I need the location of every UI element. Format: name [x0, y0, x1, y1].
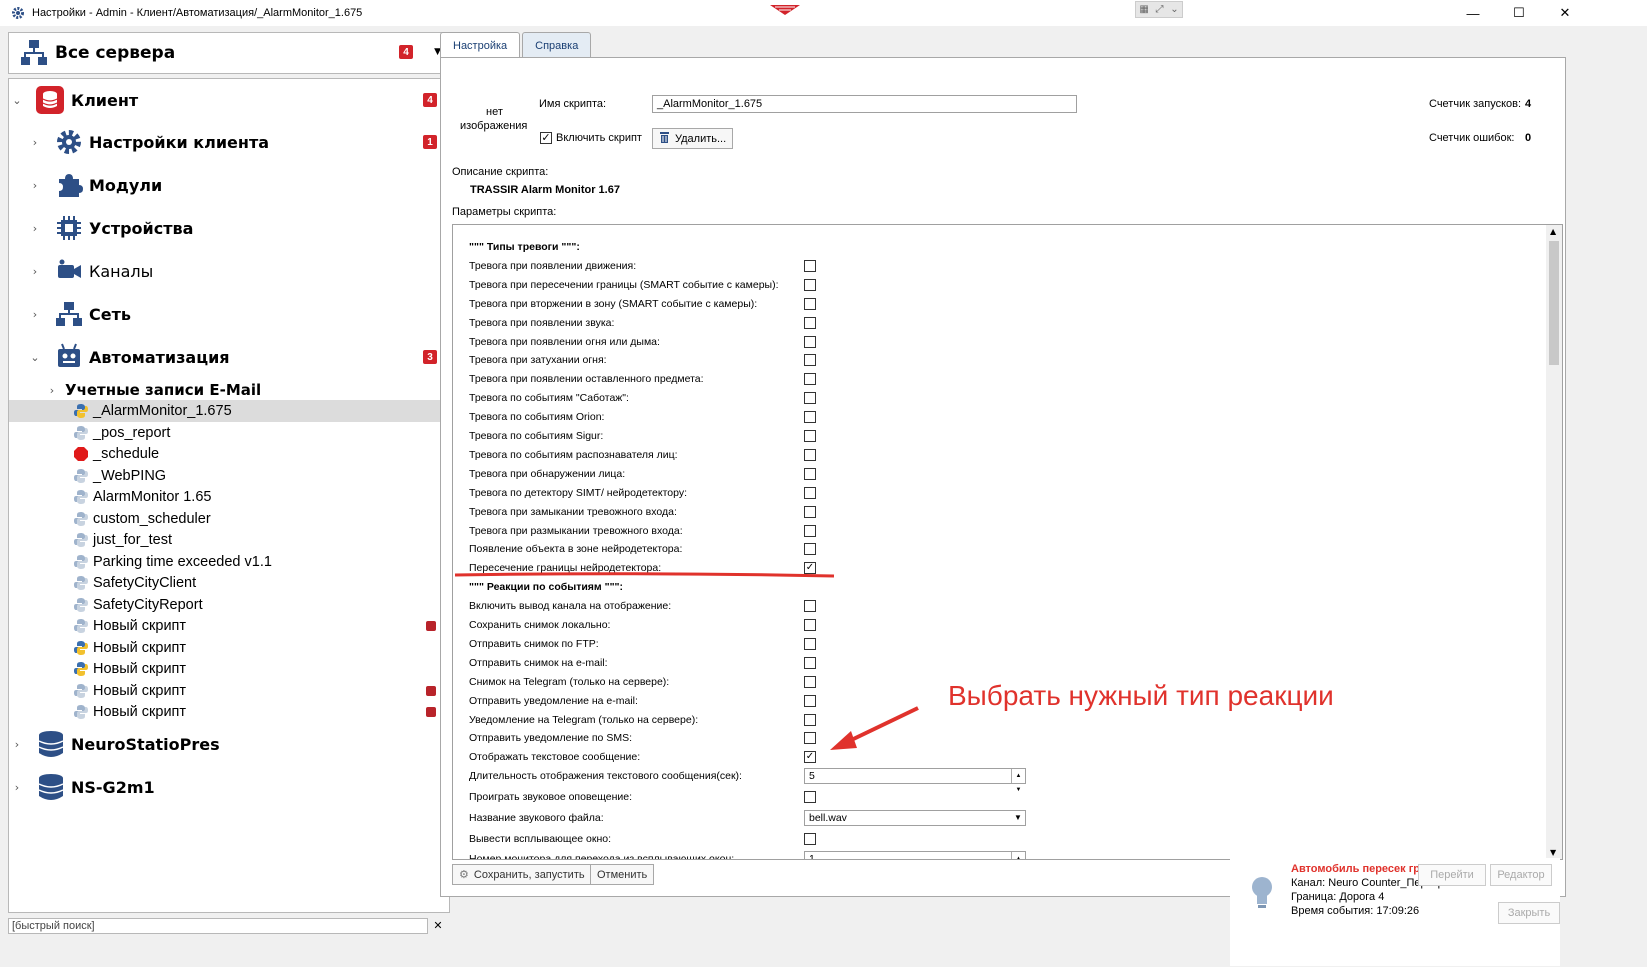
- goto-button[interactable]: Перейти: [1418, 864, 1486, 886]
- annotation-text: Выбрать нужный тип реакции: [948, 680, 1334, 711]
- settings-window: Настройки - Admin - Клиент/Автоматизация…: [0, 0, 1647, 967]
- arrow-icon: [830, 706, 919, 750]
- lightbulb-icon: [1250, 876, 1274, 914]
- close-notification-button[interactable]: Закрыть: [1498, 902, 1560, 924]
- editor-button[interactable]: Редактор: [1490, 864, 1552, 886]
- notification-time: Время события: 17:09:26: [1291, 905, 1420, 917]
- event-notification: Автомобиль пересек границу A->B! Канал: …: [1230, 858, 1560, 966]
- underline-annotation: [454, 572, 835, 578]
- notification-border: Граница: Дорога 4: [1291, 891, 1385, 903]
- annotation-overlay: [454, 572, 919, 750]
